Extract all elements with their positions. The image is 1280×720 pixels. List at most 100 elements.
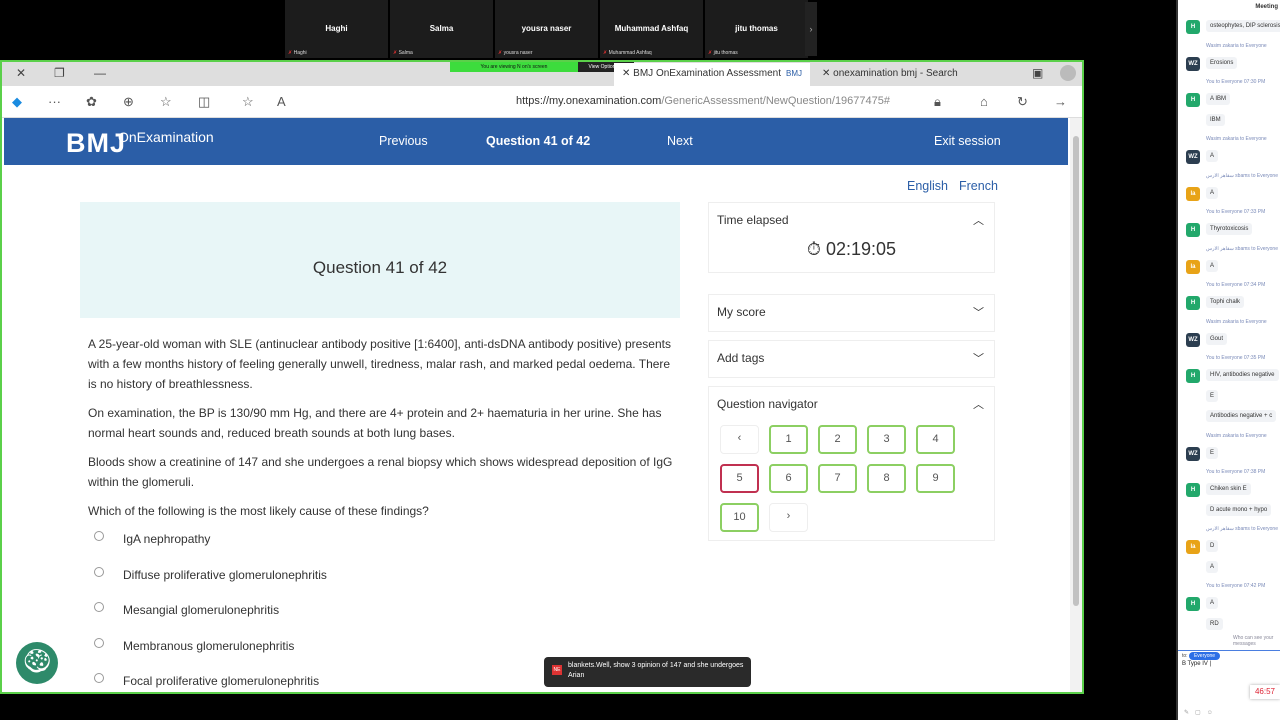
chat-message: D acute mono + hypo: [1178, 501, 1280, 522]
chevron-up-icon[interactable]: ︿: [973, 396, 984, 412]
radio-button[interactable]: [94, 602, 104, 612]
chat-meta: You to Everyone 07:33 PM: [1206, 209, 1266, 215]
chat-message: la A: [1178, 257, 1280, 278]
lock-icon[interactable]: 🔒︎: [934, 94, 941, 110]
nav-question-6[interactable]: 6: [769, 464, 808, 493]
chat-draft[interactable]: B Type IV |: [1178, 661, 1280, 667]
participant-label: jitu thomas: [708, 50, 738, 56]
close-tab-icon[interactable]: ✕: [822, 68, 833, 79]
nav-question-7[interactable]: 7: [818, 464, 857, 493]
site-header: BMJ OnExamination Previous Question 41 o…: [4, 118, 1068, 165]
add-tags-panel[interactable]: Add tags ﹀: [708, 340, 995, 378]
answer-option[interactable]: IgA nephropathy: [94, 531, 210, 546]
exit-session-button[interactable]: Exit session: [934, 134, 1001, 148]
message-bubble: A: [1206, 560, 1219, 573]
participant-label: Salma: [393, 50, 413, 56]
scrollbar-thumb[interactable]: [1073, 136, 1079, 606]
close-icon[interactable]: ✕: [16, 66, 26, 80]
read-aloud-icon[interactable]: A: [277, 94, 286, 109]
scrollbar[interactable]: [1070, 118, 1082, 692]
avatar: H: [1186, 369, 1200, 383]
collections-icon[interactable]: ⊕: [123, 94, 134, 110]
previous-button[interactable]: Previous: [379, 134, 428, 148]
next-participants-button[interactable]: ›: [805, 2, 817, 56]
nav-question-9[interactable]: 9: [916, 464, 955, 493]
question-navigator-panel: Question navigator ︿ ‹ 1 2 3 4 5 6 7 8 9 10 ›: [708, 386, 995, 541]
question-paragraph: A 25-year-old woman with SLE (antinuclea…: [88, 337, 671, 391]
answer-option[interactable]: Membranous glomerulonephritis: [94, 637, 295, 653]
address-bar: ◆ ··· ✿ ⊕ ☆ ◫ ☆ A https://my.onexaminati…: [2, 86, 1082, 118]
participant-tile: Muhammad Ashfaq Muhammad Ashfaq: [600, 0, 703, 58]
language-french[interactable]: French: [959, 179, 998, 193]
answer-option[interactable]: Focal proliferative glomerulonephritis: [94, 673, 319, 688]
message-bubble: A: [1206, 597, 1219, 609]
radio-button[interactable]: [94, 637, 104, 648]
copilot-icon[interactable]: ◆: [12, 94, 22, 110]
forward-icon[interactable]: →: [1054, 94, 1067, 109]
restore-icon[interactable]: ❐: [54, 66, 65, 80]
chat-list: Hosteophytes, DIP sclerosis Wasim zakaria…: [1178, 17, 1280, 635]
home-icon[interactable]: ⌂: [980, 94, 988, 109]
profile-avatar[interactable]: [1060, 65, 1076, 81]
cookie-settings-button[interactable]: 🍪︎: [16, 642, 58, 684]
nav-prev-button[interactable]: ‹: [720, 425, 759, 454]
chat-message: WZ A: [1178, 147, 1280, 168]
tab-bmj[interactable]: ✕ BMJ OnExamination Assessment BMJ: [614, 63, 810, 86]
avatar: WZ: [1186, 150, 1200, 164]
chat-tools[interactable]: ✎▢☺: [1184, 709, 1219, 716]
recipient-selector[interactable]: Everyone: [1188, 652, 1221, 660]
chat-input[interactable]: to: Everyone B Type IV | 46:57 ✎▢☺: [1178, 650, 1280, 720]
chat-message: H Tophi chalk: [1178, 293, 1280, 314]
message-bubble: Antibodies negative + c: [1206, 410, 1277, 422]
close-tab-icon[interactable]: ✕: [622, 68, 633, 79]
language-english[interactable]: English: [907, 179, 948, 193]
answer-option[interactable]: Diffuse proliferative glomerulonephritis: [94, 566, 327, 582]
chevron-down-icon[interactable]: ﹀: [973, 350, 984, 366]
radio-button[interactable]: [94, 531, 104, 541]
split-screen-icon[interactable]: ◫: [198, 94, 210, 110]
chat-message: IBM: [1178, 111, 1280, 132]
url-field[interactable]: https://my.onexamination.com/GenericAsse…: [516, 95, 890, 107]
refresh-icon[interactable]: ↻: [1017, 94, 1028, 110]
time-label: Time elapsed: [717, 213, 789, 227]
nav-question-1[interactable]: 1: [769, 425, 808, 454]
tab-search[interactable]: ✕ onexamination bmj - Search: [814, 63, 1014, 86]
chat-meta: You to Everyone 07:38 PM: [1206, 469, 1266, 475]
nav-question-5[interactable]: 5: [720, 464, 759, 493]
extensions-icon[interactable]: ✿: [86, 94, 97, 110]
radio-button[interactable]: [94, 566, 104, 577]
favorites-icon[interactable]: ☆: [160, 94, 172, 110]
next-button[interactable]: Next: [667, 134, 693, 148]
nav-question-10[interactable]: 10: [720, 503, 759, 532]
more-icon[interactable]: ···: [48, 94, 61, 109]
navigator-label: Question navigator: [717, 397, 818, 411]
bmj-logo[interactable]: BMJ: [66, 128, 126, 159]
nav-question-8[interactable]: 8: [867, 464, 906, 493]
nav-next-button[interactable]: ›: [769, 503, 808, 532]
nav-question-4[interactable]: 4: [916, 425, 955, 454]
participant-label: Haghi: [288, 50, 307, 56]
chevron-down-icon[interactable]: ﹀: [973, 304, 984, 320]
option-label: Mesangial glomerulonephritis: [123, 603, 280, 617]
chevron-up-icon[interactable]: ︿: [973, 212, 984, 228]
question-paragraph: Bloods show a creatinine of 147 and she …: [88, 455, 673, 489]
participant-name: Muhammad Ashfaq: [614, 24, 689, 33]
tab-actions-icon[interactable]: ▣: [1032, 66, 1043, 80]
radio-button[interactable]: [94, 673, 104, 683]
caption-text: blankets.Well, show 3 opinion of 147 and…: [568, 662, 744, 679]
message-bubble: Chiken skin E: [1206, 483, 1251, 495]
nav-question-3[interactable]: 3: [867, 425, 906, 454]
my-score-panel[interactable]: My score ﹀: [708, 294, 995, 332]
who-can-see-link[interactable]: Who can see your messages: [1178, 635, 1280, 647]
minimize-icon[interactable]: —: [94, 66, 106, 80]
nav-question-2[interactable]: 2: [818, 425, 857, 454]
time-elapsed-panel: Time elapsed ︿ ⏱ 02:19:05: [708, 202, 995, 273]
participant-name: jitu thomas: [735, 24, 778, 33]
participant-name: Haghi: [325, 24, 348, 33]
chat-meta: سقاهر الارس sbams to Everyone: [1206, 172, 1278, 179]
option-label: Membranous glomerulonephritis: [123, 638, 295, 653]
answer-option[interactable]: Mesangial glomerulonephritis: [94, 602, 280, 617]
live-caption: NE blankets.Well, show 3 opinion of 147 a…: [544, 657, 751, 687]
timer-overlay: 46:57: [1250, 685, 1280, 699]
add-favorite-icon[interactable]: ☆: [242, 94, 254, 110]
